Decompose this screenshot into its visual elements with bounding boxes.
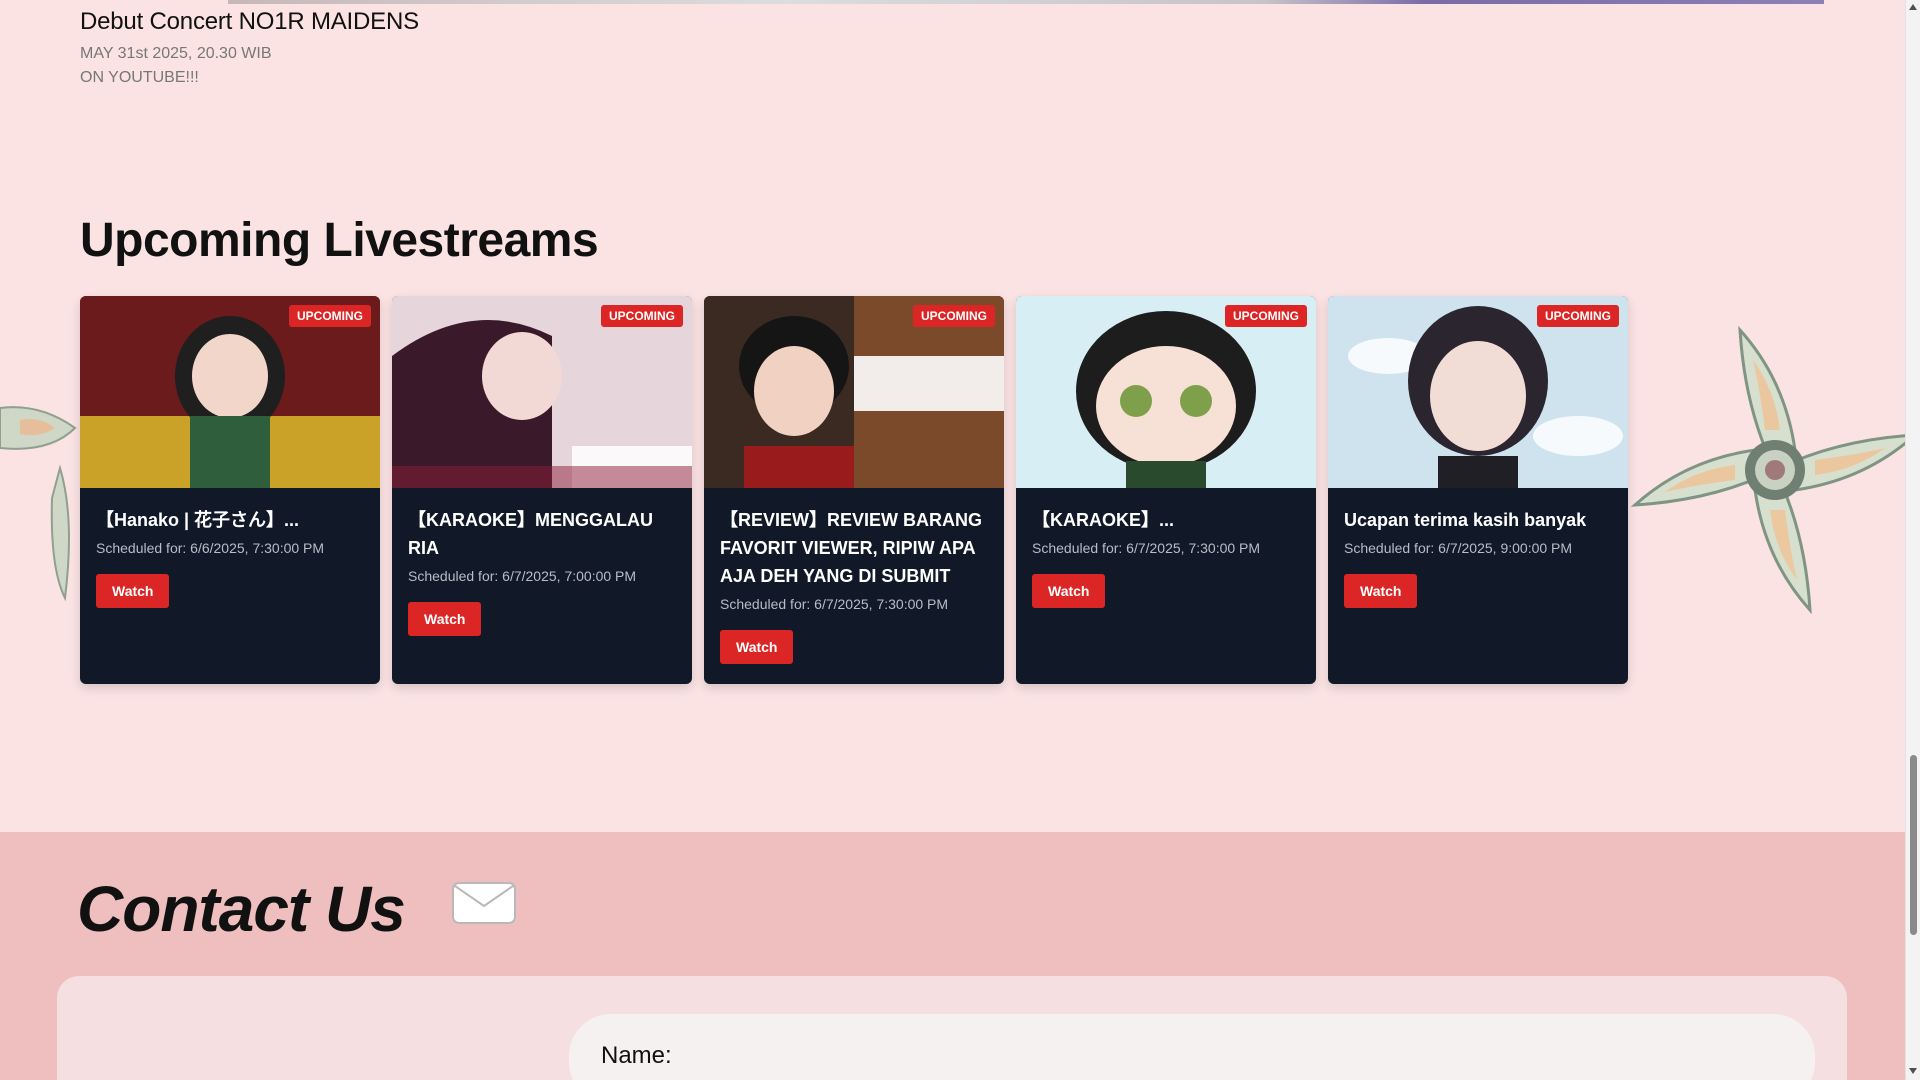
page-scrollbar[interactable] bbox=[1905, 0, 1920, 1080]
livestream-schedule: Scheduled for: 6/7/2025, 7:30:00 PM bbox=[1032, 540, 1261, 556]
upcoming-badge: UPCOMING bbox=[1225, 305, 1307, 327]
watch-button[interactable]: Watch bbox=[96, 574, 170, 608]
upcoming-badge: UPCOMING bbox=[601, 305, 683, 327]
upcoming-badge: UPCOMING bbox=[1537, 305, 1619, 327]
livestream-card[interactable]: UPCOMING 【Hanako | 花子さん】... Scheduled fo… bbox=[80, 296, 380, 684]
livestream-schedule: Scheduled for: 6/7/2025, 7:00:00 PM bbox=[408, 568, 637, 584]
contact-heading: Contact Us bbox=[77, 873, 406, 945]
livestream-schedule: Scheduled for: 6/7/2025, 7:30:00 PM bbox=[720, 596, 949, 612]
livestream-title: 【KARAOKE】... bbox=[1032, 510, 1175, 530]
scroll-thumb[interactable] bbox=[1910, 755, 1917, 935]
scroll-up-arrow-icon[interactable] bbox=[1909, 4, 1917, 10]
upcoming-livestreams-heading: Upcoming Livestreams bbox=[80, 214, 599, 267]
livestream-thumbnail[interactable]: UPCOMING bbox=[1328, 296, 1628, 488]
livestream-thumbnail[interactable]: UPCOMING bbox=[704, 296, 1004, 488]
watch-button[interactable]: Watch bbox=[720, 630, 794, 664]
livestream-schedule: Scheduled for: 6/6/2025, 7:30:00 PM bbox=[96, 540, 325, 556]
debut-title: Debut Concert NO1R MAIDENS bbox=[80, 8, 419, 35]
livestream-schedule: Scheduled for: 6/7/2025, 9:00:00 PM bbox=[1344, 540, 1573, 556]
livestream-title: Ucapan terima kasih banyak bbox=[1344, 510, 1587, 530]
envelope-icon bbox=[452, 882, 516, 924]
name-label: Name: bbox=[601, 1042, 672, 1069]
watch-button[interactable]: Watch bbox=[1032, 574, 1106, 608]
debut-concert-info: Debut Concert NO1R MAIDENS MAY 31st 2025… bbox=[80, 8, 419, 90]
livestream-title: 【Hanako | 花子さん】... bbox=[96, 510, 300, 530]
scroll-down-arrow-icon[interactable] bbox=[1909, 1068, 1917, 1074]
livestream-card[interactable]: UPCOMING 【KARAOKE】MENGGALAU RIA Schedule… bbox=[392, 296, 692, 684]
livestream-thumbnail[interactable]: UPCOMING bbox=[80, 296, 380, 488]
livestream-card[interactable]: UPCOMING Ucapan terima kasih banyak Sche… bbox=[1328, 296, 1628, 684]
flower-decoration-right bbox=[1630, 325, 1920, 615]
contact-section: Contact Us Name: bbox=[0, 832, 1905, 1080]
debut-date: MAY 31st 2025, 20.30 WIB bbox=[80, 45, 272, 62]
livestream-title: 【KARAOKE】MENGGALAU RIA bbox=[408, 510, 653, 558]
watch-button[interactable]: Watch bbox=[1344, 574, 1418, 608]
banner-image-strip bbox=[228, 0, 1824, 4]
livestream-title: 【REVIEW】REVIEW BARANG FAVORIT VIEWER, RI… bbox=[720, 510, 983, 586]
upcoming-badge: UPCOMING bbox=[913, 305, 995, 327]
livestream-cards: UPCOMING 【Hanako | 花子さん】... Scheduled fo… bbox=[80, 296, 1630, 684]
livestream-card[interactable]: UPCOMING 【REVIEW】REVIEW BARANG FAVORIT V… bbox=[704, 296, 1004, 684]
flower-decoration-left bbox=[0, 406, 77, 602]
livestream-card[interactable]: UPCOMING 【KARAOKE】... Scheduled for: 6/7… bbox=[1016, 296, 1316, 684]
debut-platform: ON YOUTUBE!!! bbox=[80, 69, 199, 86]
livestream-thumbnail[interactable]: UPCOMING bbox=[1016, 296, 1316, 488]
watch-button[interactable]: Watch bbox=[408, 602, 482, 636]
contact-form-panel: Name: bbox=[57, 976, 1847, 1080]
livestream-thumbnail[interactable]: UPCOMING bbox=[392, 296, 692, 488]
name-field[interactable]: Name: bbox=[569, 1014, 1815, 1080]
upcoming-badge: UPCOMING bbox=[289, 305, 371, 327]
